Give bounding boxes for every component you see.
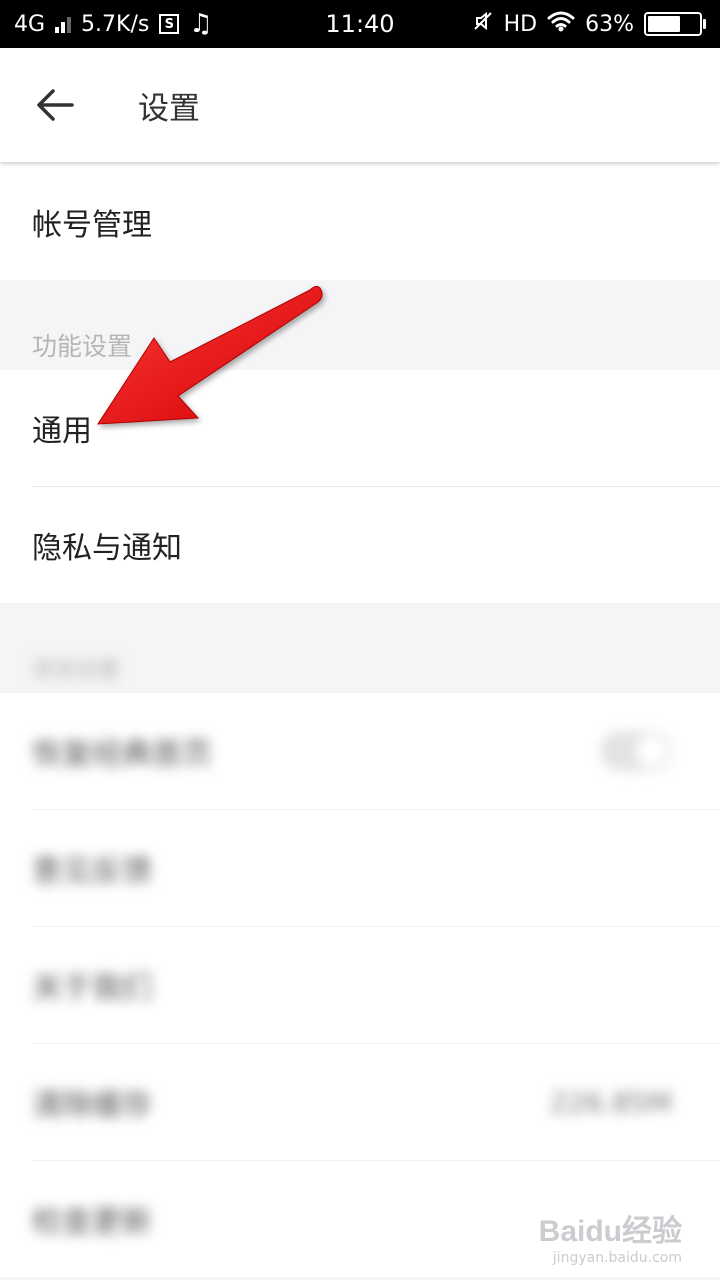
about-label: 关于我们 [32, 971, 152, 1006]
status-right: HD 63% [472, 10, 706, 38]
classic-home-label: 恢复经典首页 [32, 737, 212, 772]
network-speed: 5.7K/s [81, 11, 150, 37]
network-type: 4G [14, 11, 46, 37]
s-badge-icon: S [159, 14, 180, 34]
page-title: 设置 [138, 90, 200, 127]
privacy-notification-item[interactable]: 隐私与通知 [0, 487, 720, 603]
general-label: 通用 [32, 414, 92, 449]
back-button[interactable] [0, 48, 110, 162]
check-update-label: 检查更新 [32, 1205, 152, 1240]
music-icon: ♫ [189, 9, 213, 39]
wifi-icon [547, 10, 575, 38]
function-settings-header: 功能设置 [0, 280, 720, 370]
baidu-watermark: Baidu经验 jingyan.baidu.com [539, 1206, 682, 1266]
general-item[interactable]: 通用 [0, 370, 720, 486]
mute-icon [472, 10, 494, 38]
watermark-url: jingyan.baidu.com [552, 1250, 682, 1266]
feedback-label: 意见反馈 [32, 854, 152, 889]
back-arrow-icon [37, 89, 74, 121]
status-bar: 4G 5.7K/s S ♫ 11:40 HD 63% [0, 0, 720, 48]
clear-cache-item[interactable]: 清除缓存 226.85M [0, 1044, 720, 1160]
other-settings-header-text: 其他设置 [32, 658, 121, 683]
function-settings-header-text: 功能设置 [32, 332, 133, 361]
account-management-label: 帐号管理 [32, 208, 152, 243]
other-settings-header: 其他设置 [0, 603, 720, 693]
app-bar: 设置 [0, 48, 720, 162]
clear-cache-label: 清除缓存 [32, 1088, 152, 1123]
battery-icon [644, 12, 706, 36]
account-management-item[interactable]: 帐号管理 [0, 164, 720, 280]
classic-home-item[interactable]: 恢复经典首页 [0, 693, 720, 809]
feedback-item[interactable]: 意见反馈 [0, 810, 720, 926]
watermark-logo: Baidu经验 [538, 1215, 682, 1248]
battery-percent: 63% [585, 11, 634, 37]
privacy-notification-label: 隐私与通知 [32, 531, 182, 566]
classic-home-toggle[interactable] [600, 731, 672, 771]
cache-size-value: 226.85M [549, 1085, 672, 1119]
signal-icon [55, 15, 72, 33]
about-item[interactable]: 关于我们 [0, 927, 720, 1043]
status-left: 4G 5.7K/s S ♫ [14, 9, 213, 39]
hd-label: HD [503, 11, 538, 37]
